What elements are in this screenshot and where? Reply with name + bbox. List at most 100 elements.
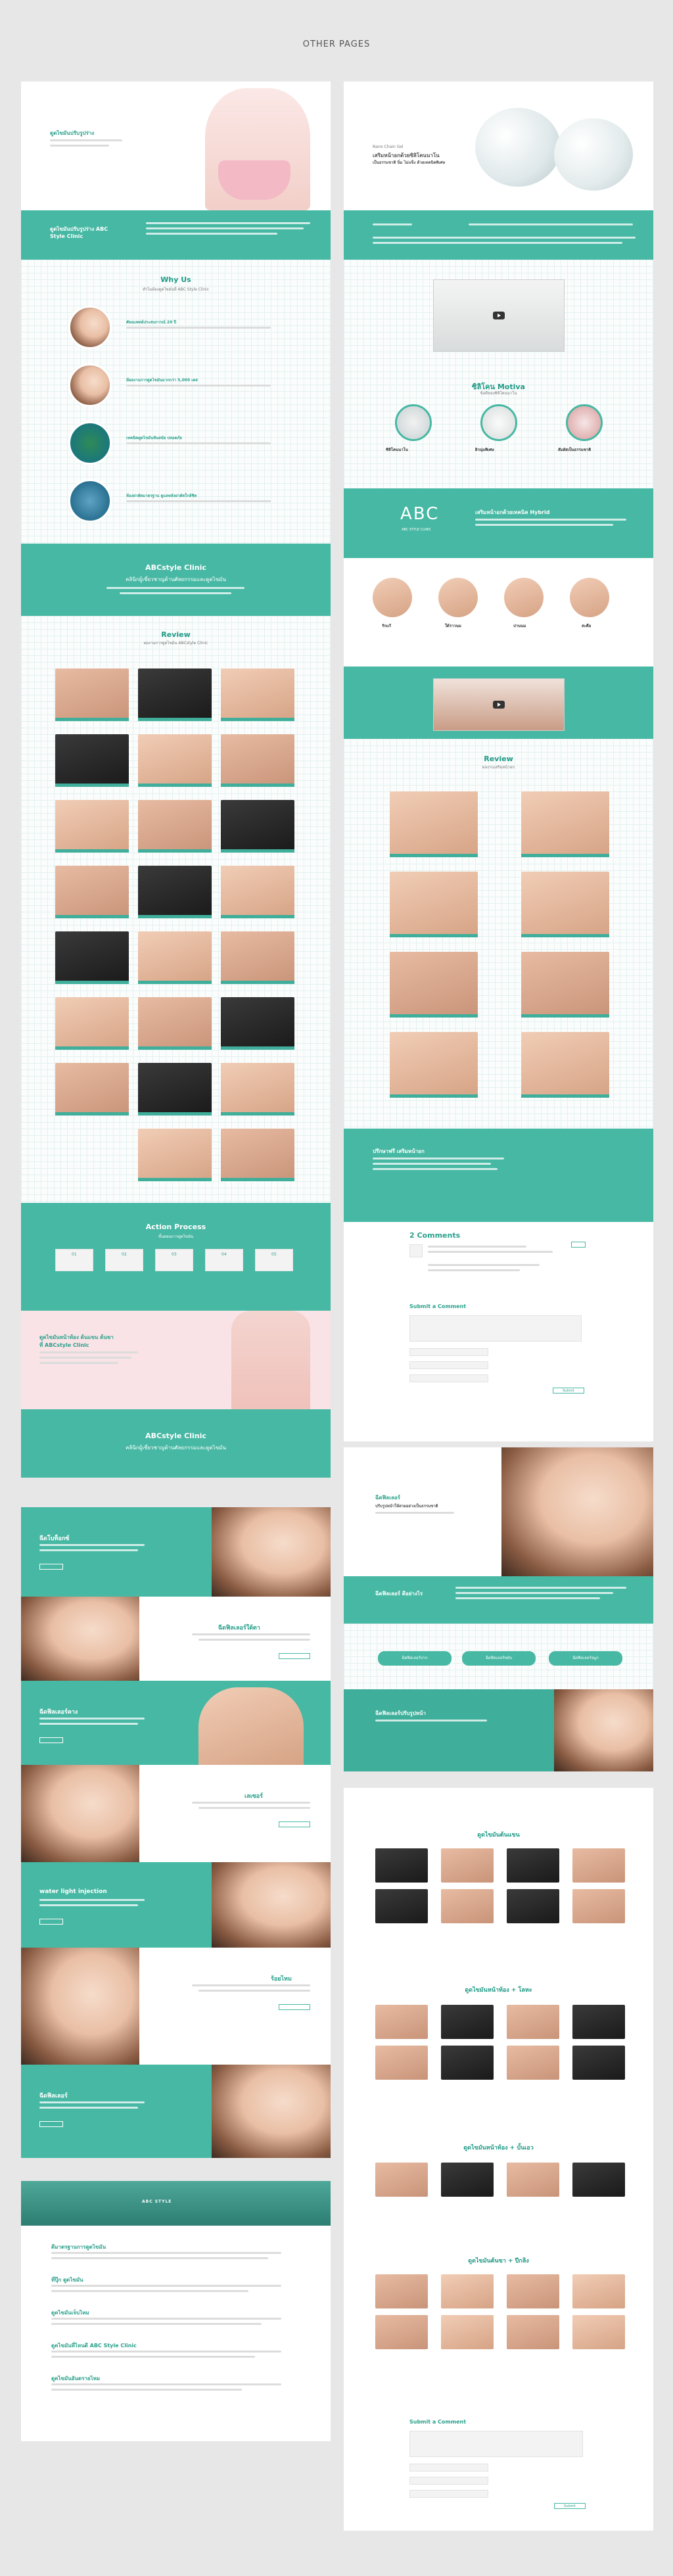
incision-1-image [373, 578, 412, 617]
review-title: Review [161, 630, 191, 639]
comment-textarea[interactable] [409, 2431, 583, 2457]
review-section: Review ผลงานการดูดไขมัน ABCstyle Clinic [21, 616, 331, 1203]
service-4-face [21, 1765, 139, 1862]
service-row-1[interactable]: ฉีดโบท็อกซ์ [21, 1507, 331, 1597]
service-6-face [21, 1948, 139, 2065]
filler-band-title: ฉีดฟิลเลอร์ ดีอย่างไร [375, 1591, 423, 1597]
service-2-more[interactable] [279, 1653, 310, 1659]
why-item-2: มีผลงานการดูดไขมันมากกว่า 5,000 เคส [126, 378, 198, 383]
page-thumbnail-injections[interactable]: ฉีดโบท็อกซ์ ฉีดฟิลเลอร์ใต้ตา ฉีดฟิลเลอร์… [21, 1507, 331, 2158]
comment-avatar [409, 1244, 423, 1257]
why-us-subtitle: ทำไมต้องดูดไขมันที่ ABC Style Clinic [142, 287, 210, 292]
gallery-section-2-title: ดูดไขมันหน้าท้อง + โลหะ [465, 1987, 532, 1994]
implant-video[interactable] [433, 279, 565, 352]
review-photo [138, 1063, 212, 1115]
service-row-4[interactable]: เลเซอร์ [21, 1765, 331, 1862]
page-thumbnail-liposuction[interactable]: ดูดไขมันปรับรูปร่าง ดูดไขมันปรับรูปร่าง … [21, 82, 331, 1478]
comment-textarea[interactable] [409, 1315, 582, 1342]
hero-pink-shorts [218, 160, 290, 200]
service-3-more[interactable] [39, 1737, 63, 1743]
name-field[interactable] [409, 1348, 488, 1356]
review-photo [138, 1129, 212, 1181]
review-photo [521, 952, 609, 1018]
consult-title: ปรึกษาฟรี เสริมหน้าอก [373, 1148, 425, 1154]
incision-4-image [570, 578, 609, 617]
gallery-photo [375, 2315, 428, 2349]
gallery-section-1-title: ดูดไขมันต้นแขน [477, 1832, 520, 1838]
page-thumbnail-filler[interactable]: ฉีดฟิลเลอร์ ปรับรูปหน้าให้สวยอย่างเป็นธร… [344, 1447, 653, 1771]
service-7-more[interactable] [39, 2121, 63, 2127]
review-photo [138, 997, 212, 1050]
filler-button-1[interactable]: ฉีดฟิลเลอร์ปาก [378, 1651, 452, 1666]
service-4-more[interactable] [279, 1821, 310, 1827]
page-thumbnail-faq[interactable]: ABC STYLE ดีมาตรฐานการดูดไขมัน ที่ปุ๊ก ด… [21, 2181, 331, 2441]
step-4: 04 [205, 1249, 243, 1271]
implant-image-2 [554, 118, 633, 191]
review-photo [138, 866, 212, 918]
service-1-more[interactable] [39, 1564, 63, 1570]
step-3: 03 [155, 1249, 193, 1271]
review-photo [221, 800, 294, 853]
step-1: 01 [55, 1249, 93, 1271]
filler-footer-face [554, 1689, 653, 1771]
intro-band-title: ดูดไขมันปรับรูปร่าง ABC Style Clinic [50, 226, 108, 239]
incision-section: รักแร้ ใต้ราวนม ปานนม สะดือ [344, 558, 653, 667]
page-thumbnail-gallery[interactable]: ดูดไขมันต้นแขน ดูดไขมันหน้าท้อง + โลหะ ด… [344, 1788, 653, 2531]
gallery-photo [507, 1848, 559, 1883]
action-process-section: Action Process ขั้นตอนการดูดไขมัน 01 02 … [21, 1203, 331, 1311]
email-field[interactable] [409, 2477, 488, 2485]
filler-button-3[interactable]: ฉีดฟิลเลอร์จมูก [549, 1651, 622, 1666]
service-row-6[interactable]: ร้อยไหม [21, 1948, 331, 2065]
abc-band: ABCstyle Clinic คลินิกผู้เชี่ยวชาญด้านศั… [21, 544, 331, 616]
service-row-3[interactable]: ฉีดฟิลเลอร์คาง [21, 1681, 331, 1765]
submit-button[interactable]: Submit [554, 2503, 586, 2509]
intro-band: ดูดไขมันปรับรูปร่าง ABC Style Clinic [21, 210, 331, 260]
filler-button-2[interactable]: ฉีดฟิลเลอร์ขมับ [462, 1651, 536, 1666]
service-6-more[interactable] [279, 2004, 310, 2010]
email-field[interactable] [409, 1361, 488, 1369]
service-row-7[interactable]: ฉีดฟิลเลอร์ [21, 2065, 331, 2158]
gallery-section-4-title: ดูดไขมันต้นขา + ปีกลิง [468, 2258, 529, 2264]
filler-hero-subtitle: ปรับรูปหน้าให้สวยอย่างเป็นธรรมชาติ [375, 1504, 438, 1509]
service-3-title: ฉีดฟิลเลอร์คาง [39, 1709, 78, 1716]
review-photo [221, 997, 294, 1050]
website-field[interactable] [409, 1374, 488, 1382]
hybrid-title: เสริมหน้าอกด้วยเทคนิค Hybrid [475, 509, 550, 515]
incision-2-label: ใต้ราวนม [445, 624, 461, 628]
name-field[interactable] [409, 2464, 488, 2471]
review-photo [221, 1063, 294, 1115]
website-field[interactable] [409, 2490, 488, 2498]
review-photo [521, 791, 609, 857]
comments-title: 2 Comments [409, 1231, 461, 1240]
gallery-photo [441, 2315, 494, 2349]
gallery-photo [572, 2274, 625, 2308]
abc-band-bottom: ABCstyle Clinic คลินิกผู้เชี่ยวชาญด้านศั… [21, 1409, 331, 1478]
surgery-video[interactable] [433, 678, 565, 731]
gallery-photo [375, 2005, 428, 2039]
service-row-5[interactable]: water light injection [21, 1862, 331, 1948]
service-row-2[interactable]: ฉีดฟิลเลอร์ใต้ตา [21, 1597, 331, 1681]
gallery-photo [507, 2005, 559, 2039]
review-photo [55, 866, 129, 918]
promo-subtitle: ที่ ABCstyle Clinic [39, 1342, 89, 1348]
review-photo [55, 734, 129, 787]
abc-band-subtitle: คลินิกผู้เชี่ยวชาญด้านศัลยกรรมและดูดไขมั… [126, 576, 226, 582]
clinic-banner: ABC STYLE [21, 2181, 331, 2226]
submit-button[interactable]: Submit [553, 1388, 584, 1393]
gallery-photo [441, 1889, 494, 1923]
service-5-more[interactable] [39, 1919, 63, 1925]
abc-logo: ABC [400, 504, 440, 524]
submit-comment-title: Submit a Comment [409, 2419, 467, 2425]
review-photo [138, 734, 212, 787]
reply-button[interactable] [571, 1242, 586, 1248]
gallery-photo [441, 2005, 494, 2039]
review-photo [221, 1129, 294, 1181]
review-subtitle: ผลงานการดูดไขมัน ABCstyle Clinic [143, 641, 208, 645]
faq-2-title: ที่ปุ๊ก ดูดไขมัน [51, 2277, 83, 2283]
type-3-label: สัมผัสเป็นธรรมชาติ [558, 448, 592, 452]
process-subtitle: ขั้นตอนการดูดไขมัน [158, 1234, 193, 1239]
video-band [344, 667, 653, 739]
incision-4-label: สะดือ [582, 624, 592, 628]
page-thumbnail-breast[interactable]: Nano Chain Gel เสริมหน้าอกด้วยซิลิโคนนาโ… [344, 82, 653, 1441]
gallery-photo [375, 2046, 428, 2080]
